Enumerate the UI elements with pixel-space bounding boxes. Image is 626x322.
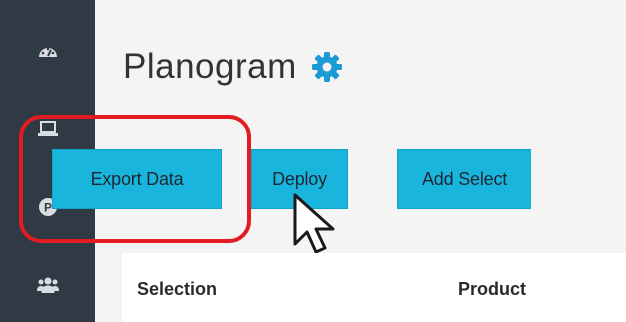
- highlight-annotation-box: [19, 115, 251, 243]
- users-group-icon[interactable]: [35, 273, 61, 297]
- column-header-product[interactable]: Product: [458, 279, 526, 300]
- gear-icon[interactable]: [311, 51, 343, 83]
- column-header-selection[interactable]: Selection: [137, 279, 217, 300]
- page-title: Planogram: [123, 47, 297, 86]
- mouse-pointer-icon: [293, 193, 335, 254]
- add-selection-button[interactable]: Add Select: [397, 149, 531, 209]
- title-row: Planogram: [123, 42, 343, 92]
- dashboard-gauge-icon[interactable]: [35, 39, 61, 63]
